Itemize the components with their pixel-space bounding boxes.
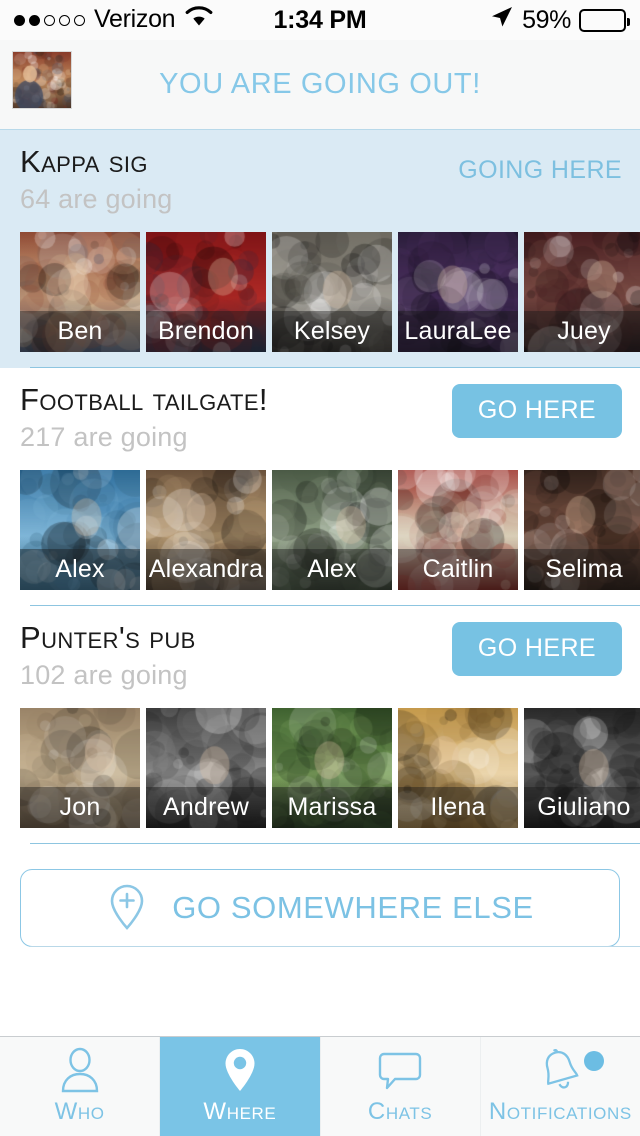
tab-chats[interactable]: Chats (321, 1037, 481, 1136)
attendee-name: Giuliano (524, 787, 640, 828)
attendee-name: Juey (524, 311, 640, 352)
attendee-thumbnail[interactable]: Brendon (146, 232, 266, 352)
attendee-thumbnail[interactable]: Selima (524, 470, 640, 590)
attendee-name: LauraLee (398, 311, 518, 352)
status-bar-left: Verizon (14, 5, 214, 35)
map-pin-plus-icon (106, 882, 148, 935)
go-somewhere-else-button[interactable]: GO SOMEWHERE ELSE (20, 869, 620, 947)
attendee-name: Marissa (272, 787, 392, 828)
attendee-name: Alex (20, 549, 140, 590)
attendee-thumbnail[interactable]: Alexandra (146, 470, 266, 590)
attendee-name: Brendon (146, 311, 266, 352)
event-card-header: Football Tailgate! 217 are going GO HERE (0, 382, 640, 470)
app-header: YOU ARE GOING OUT! (0, 40, 640, 130)
event-card[interactable]: Punter's Pub 102 are going GO HERE Jon Andre… (0, 606, 640, 844)
battery-icon (579, 8, 630, 32)
app-screen: Verizon 1:34 PM 59% YOU ARE GOING OUT! K… (0, 0, 640, 1136)
status-bar-right: 59% (490, 5, 630, 36)
map-pin-icon (220, 1047, 260, 1093)
attendee-name: Jon (20, 787, 140, 828)
attendee-thumbnail[interactable]: Giuliano (524, 708, 640, 828)
page-title: YOU ARE GOING OUT! (159, 68, 481, 100)
attendee-thumbnail[interactable]: Caitlin (398, 470, 518, 590)
tab-notifications[interactable]: Notifications (481, 1037, 640, 1136)
go-here-button[interactable]: GO HERE (451, 384, 622, 438)
attendee-name: Selima (524, 549, 640, 590)
going-count: 64 are going (20, 183, 173, 214)
attendee-name: Ben (20, 311, 140, 352)
attendee-thumbnail[interactable]: Kelsey (272, 232, 392, 352)
status-bar: Verizon 1:34 PM 59% (0, 0, 640, 40)
location-arrow-icon (490, 5, 514, 36)
attendee-thumbnail-strip[interactable]: Jon Andrew Marissa Ilena Giuliano (0, 708, 640, 844)
battery-percent-label: 59% (522, 5, 571, 34)
attendee-name: Caitlin (398, 549, 518, 590)
going-here-label[interactable]: GOING HERE (458, 156, 622, 185)
signal-dot (44, 14, 55, 26)
attendee-name: Ilena (398, 787, 518, 828)
go-somewhere-else-label: GO SOMEWHERE ELSE (172, 890, 534, 925)
profile-avatar[interactable] (12, 51, 72, 109)
attendee-thumbnail[interactable]: Juey (524, 232, 640, 352)
person-icon (58, 1047, 102, 1093)
event-card[interactable]: Kappa Sig 64 are going GOING HERE Ben Brendo… (0, 130, 640, 368)
attendee-name: Andrew (146, 787, 266, 828)
attendee-name: Kelsey (272, 311, 392, 352)
attendee-thumbnail[interactable]: Andrew (146, 708, 266, 828)
tab-label-who: Who (54, 1098, 105, 1125)
event-card[interactable]: Football Tailgate! 217 are going GO HERE Al… (0, 368, 640, 606)
attendee-thumbnail[interactable]: LauraLee (398, 232, 518, 352)
tab-label-notifications: Notifications (488, 1098, 632, 1125)
event-card-header: Punter's Pub 102 are going GO HERE (0, 620, 640, 708)
attendee-thumbnail[interactable]: Jon (20, 708, 140, 828)
bottom-tab-bar[interactable]: Who Where Chats (0, 1036, 640, 1136)
attendee-name: Alex (272, 549, 392, 590)
go-here-button[interactable]: GO HERE (451, 622, 622, 676)
notifications-badge-dot (584, 1051, 604, 1071)
attendee-thumbnail[interactable]: Ilena (398, 708, 518, 828)
signal-dot (14, 14, 25, 26)
attendee-thumbnail[interactable]: Alex (272, 470, 392, 590)
attendee-thumbnail[interactable]: Alex (20, 470, 140, 590)
tab-who[interactable]: Who (0, 1037, 161, 1136)
tab-where[interactable]: Where (160, 1037, 321, 1136)
attendee-thumbnail-strip[interactable]: Alex Alexandra Alex Caitlin Selima (0, 470, 640, 606)
tab-label-chats: Chats (367, 1098, 433, 1125)
carrier-label: Verizon (94, 4, 176, 33)
signal-dot (59, 14, 70, 26)
events-list[interactable]: Kappa Sig 64 are going GOING HERE Ben Brendo… (0, 130, 640, 1036)
content-bottom-divider (30, 945, 640, 947)
avatar-photo (13, 52, 71, 108)
attendee-thumbnail-strip[interactable]: Ben Brendon Kelsey LauraLee Juey (0, 232, 640, 368)
signal-strength-dots (14, 14, 85, 26)
signal-dot (74, 14, 85, 26)
bell-icon (537, 1047, 583, 1093)
attendee-thumbnail[interactable]: Marissa (272, 708, 392, 828)
tab-label-where: Where (203, 1098, 277, 1125)
signal-dot (29, 14, 40, 26)
event-card-header: Kappa Sig 64 are going GOING HERE (0, 144, 640, 232)
speech-bubble-icon (378, 1047, 422, 1093)
attendee-name: Alexandra (146, 549, 266, 590)
wifi-icon (184, 5, 214, 35)
attendee-thumbnail[interactable]: Ben (20, 232, 140, 352)
go-somewhere-else-section: GO SOMEWHERE ELSE (0, 844, 640, 947)
